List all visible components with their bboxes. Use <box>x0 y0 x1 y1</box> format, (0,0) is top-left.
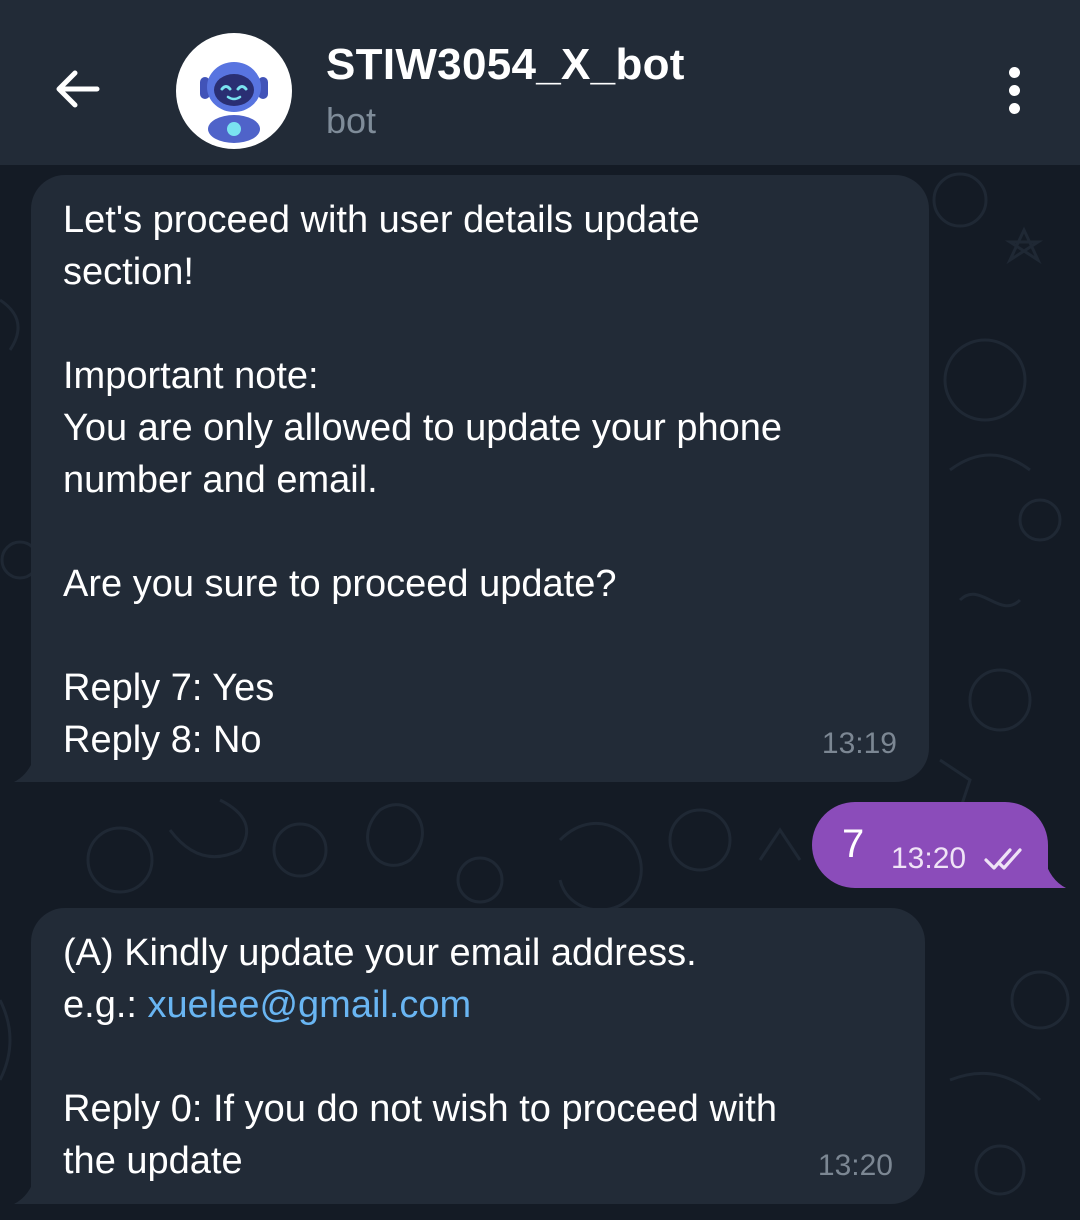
chat-subtitle: bot <box>326 100 377 141</box>
message-time: 13:20 <box>891 842 967 875</box>
message-line: (A) Kindly update your email address. <box>63 932 697 974</box>
more-options-button[interactable] <box>990 60 1038 120</box>
message-incoming[interactable]: Let's proceed with user details update s… <box>31 175 929 782</box>
message-time: 13:20 <box>817 1149 893 1182</box>
message-time: 13:19 <box>821 727 897 760</box>
message-line: Reply 0: If you do not wish to proceed w… <box>63 1088 777 1182</box>
robot-icon <box>200 62 268 143</box>
chat-title[interactable]: STIW3054_X_bot <box>326 40 685 90</box>
chat-header: STIW3054_X_bot bot <box>0 0 1080 165</box>
example-prefix: e.g.: <box>63 984 148 1026</box>
message-text: Let's proceed with user details update s… <box>63 199 783 761</box>
email-link[interactable]: xuelee@gmail.com <box>148 984 472 1026</box>
message-incoming[interactable]: (A) Kindly update your email address. e.… <box>31 908 925 1204</box>
arrow-left-icon <box>56 70 100 108</box>
message-text: (A) Kindly update your email address. e.… <box>63 927 893 1187</box>
more-vert-icon <box>1008 66 1020 78</box>
double-check-icon <box>984 848 1022 870</box>
back-button[interactable] <box>40 52 114 126</box>
bot-avatar[interactable] <box>176 33 292 149</box>
message-outgoing[interactable]: 7 13:20 <box>812 802 1048 888</box>
message-text: 7 <box>842 822 865 866</box>
